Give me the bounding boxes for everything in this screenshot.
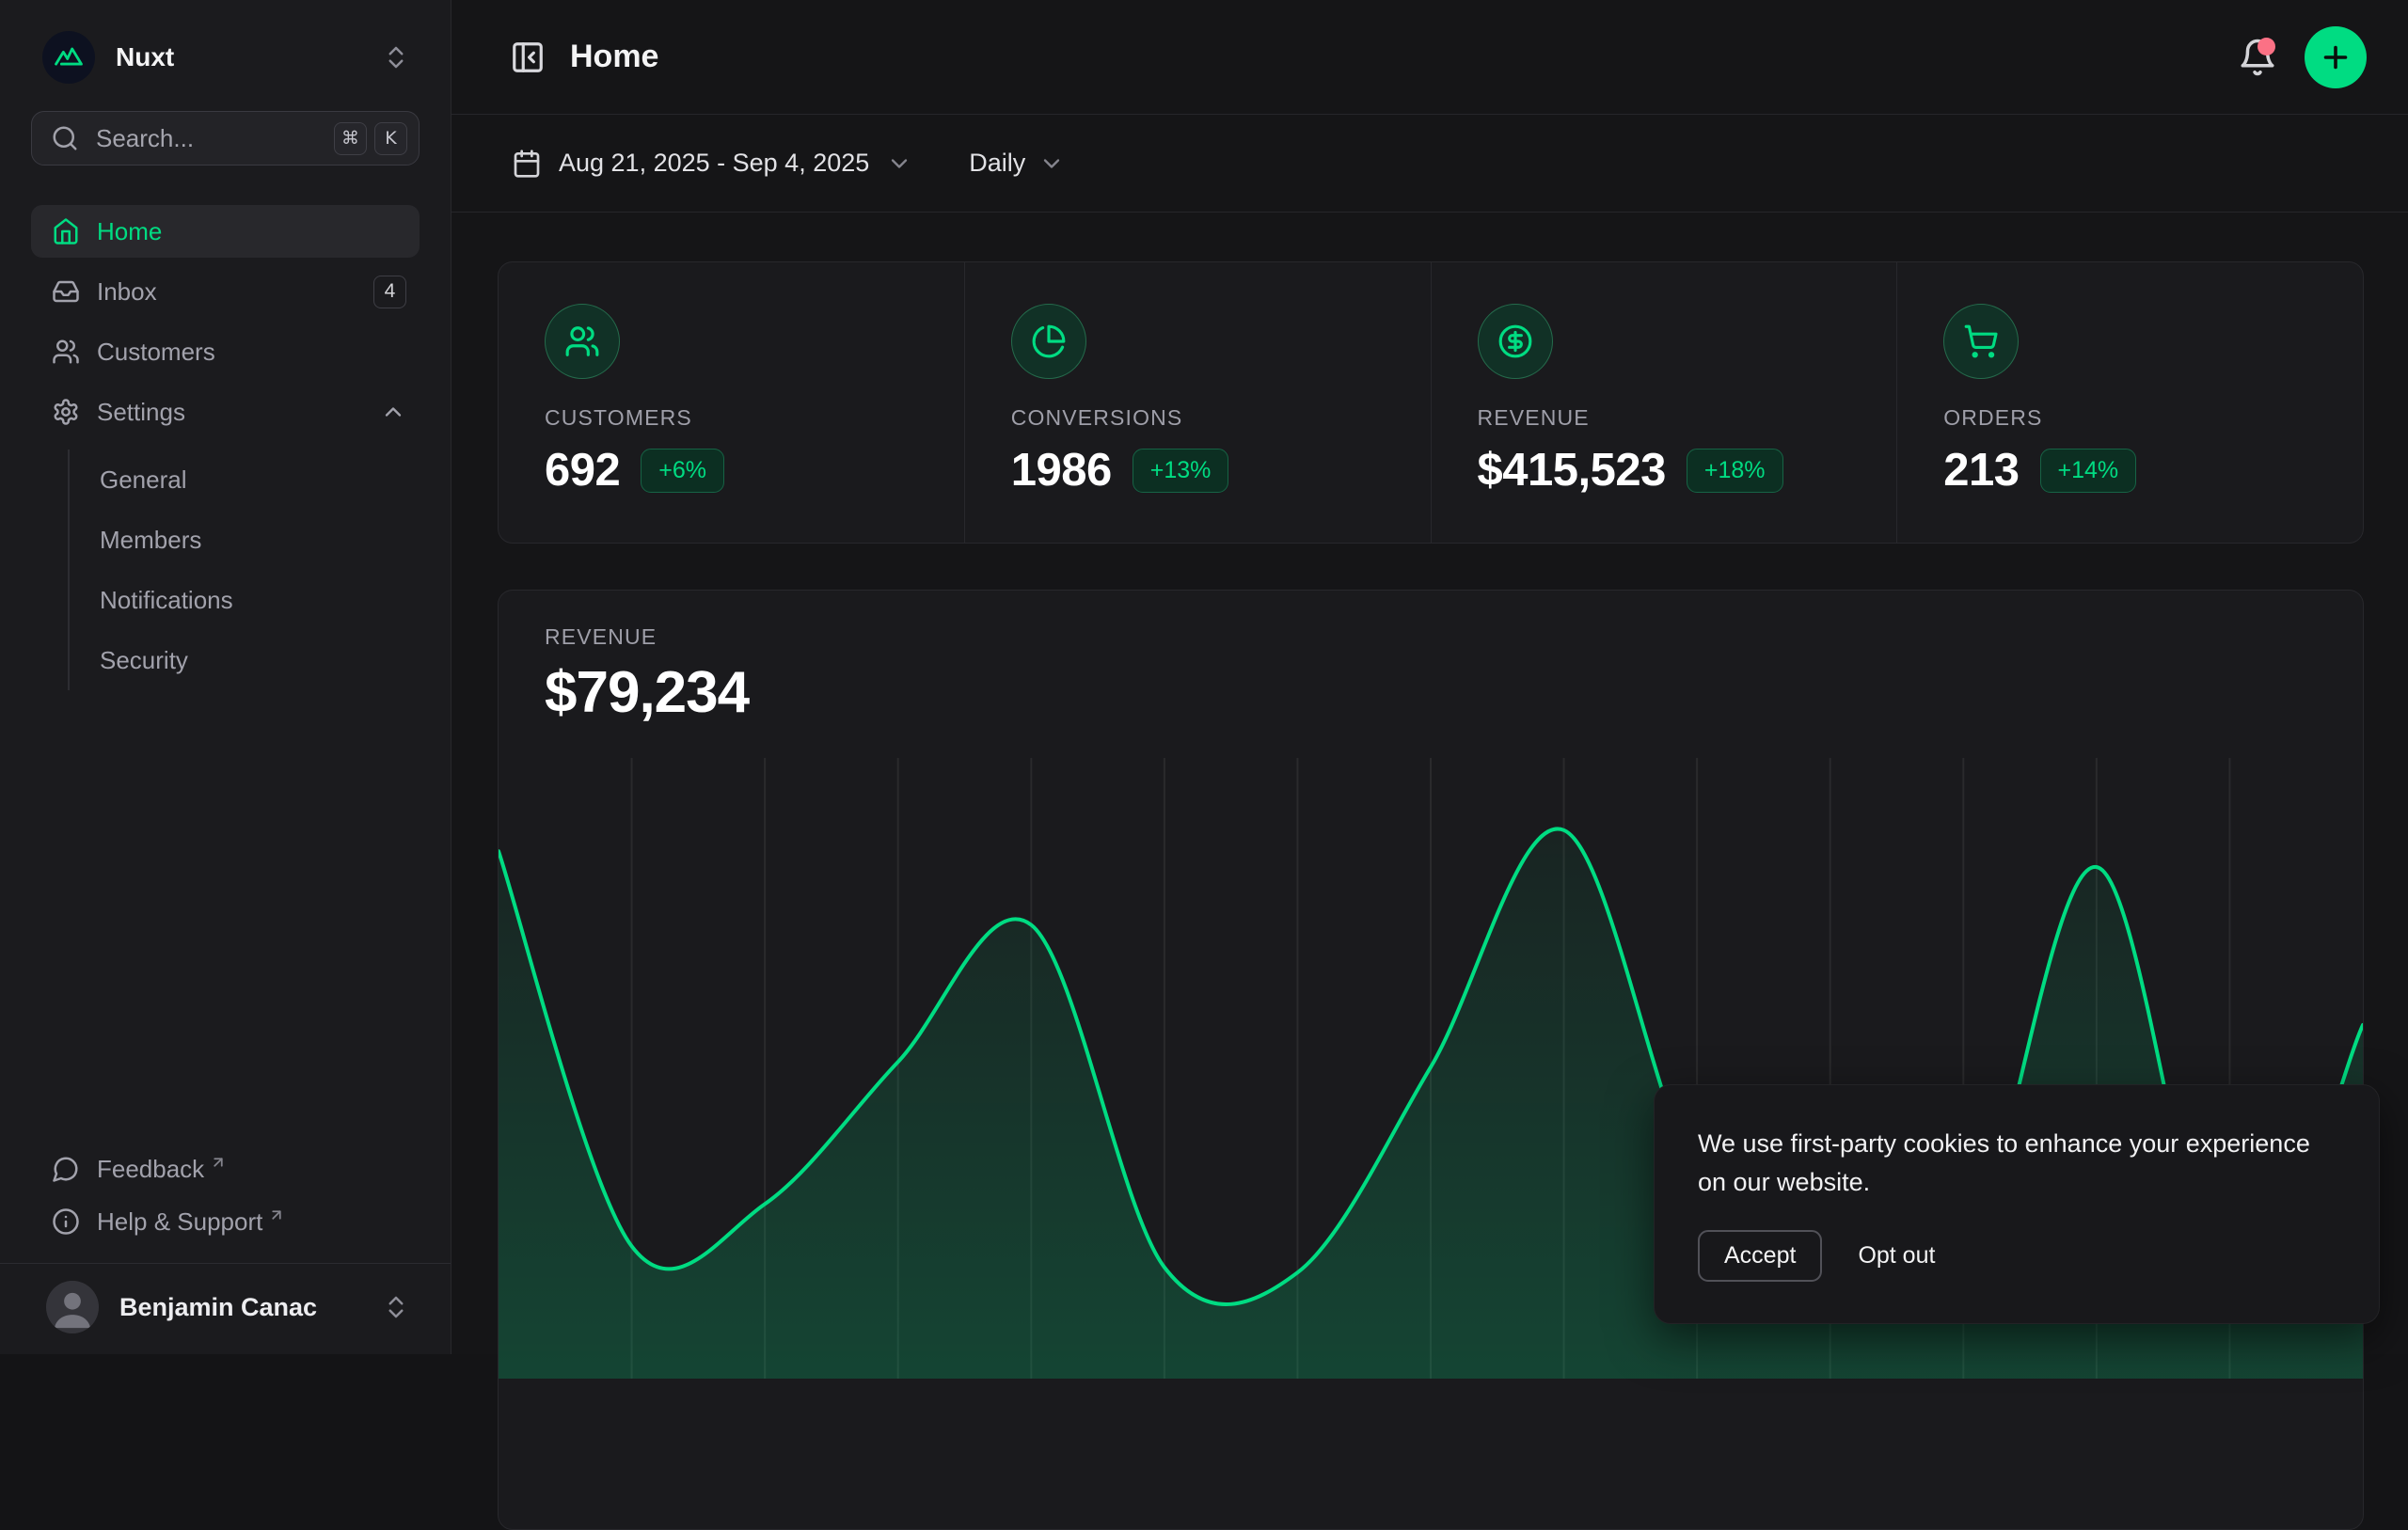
cart-icon — [1943, 304, 2019, 379]
accept-button[interactable]: Accept — [1698, 1230, 1822, 1282]
stat-delta-badge: +14% — [2040, 449, 2137, 493]
sidebar-item-settings[interactable]: Settings — [31, 386, 420, 438]
stat-value: 1986 — [1011, 444, 1112, 497]
avatar — [46, 1281, 99, 1333]
plus-icon — [2319, 40, 2353, 74]
chevrons-up-down-icon — [382, 1293, 410, 1321]
chevron-up-icon — [380, 399, 406, 425]
stat-delta-badge: +6% — [641, 449, 724, 493]
inbox-icon — [52, 277, 80, 306]
notification-dot — [2258, 38, 2275, 55]
revenue-chart-card: REVENUE $79,234 — [498, 590, 2364, 1530]
date-range-value: Aug 21, 2025 - Sep 4, 2025 — [559, 149, 869, 178]
chevrons-up-down-icon — [382, 43, 410, 71]
chevron-down-icon — [886, 150, 912, 177]
external-link-icon — [268, 1207, 285, 1223]
pie-chart-icon — [1011, 304, 1086, 379]
stats-card: CUSTOMERS 692 +6% CONVERSIONS 1986 +13% … — [498, 261, 2364, 544]
external-link-icon — [210, 1154, 227, 1171]
info-circle-icon — [52, 1207, 80, 1236]
opt-out-button[interactable]: Opt out — [1835, 1232, 1957, 1280]
sidebar-item-inbox[interactable]: Inbox 4 — [31, 265, 420, 318]
users-icon — [52, 338, 80, 366]
stat-value: 692 — [545, 444, 620, 497]
search-icon — [51, 124, 79, 152]
feedback-link[interactable]: Feedback — [31, 1143, 420, 1195]
page-header: Home — [452, 0, 2408, 115]
stat-label: CUSTOMERS — [545, 405, 964, 431]
home-icon — [52, 217, 80, 245]
feedback-label: Feedback — [97, 1155, 204, 1184]
sidebar-item-members[interactable]: Members — [100, 510, 420, 570]
main-area: Home Aug 21, 2025 - Sep 4, 2025 Daily — [452, 0, 2408, 1354]
sidebar-item-label: Home — [97, 217, 406, 246]
stat-label: CONVERSIONS — [1011, 405, 1431, 431]
stat-delta-badge: +13% — [1133, 449, 1229, 493]
sidebar-nav: Home Inbox 4 Customers Settings Ge — [31, 205, 420, 690]
sidebar-spacer — [31, 690, 420, 1143]
search-placeholder: Search... — [96, 124, 326, 153]
sidebar-item-customers[interactable]: Customers — [31, 325, 420, 378]
cookie-message: We use first-party cookies to enhance yo… — [1698, 1125, 2336, 1202]
revenue-value: $79,234 — [545, 659, 2363, 726]
inbox-count-badge: 4 — [373, 276, 406, 308]
sidebar-item-notifications[interactable]: Notifications — [100, 570, 420, 630]
gear-icon — [52, 398, 80, 426]
user-menu[interactable]: Benjamin Canac — [31, 1275, 420, 1339]
chat-bubble-icon — [52, 1155, 80, 1183]
sidebar-item-label: Customers — [97, 338, 406, 367]
calendar-icon — [512, 149, 542, 179]
sidebar-collapse-icon[interactable] — [510, 39, 546, 75]
stat-revenue[interactable]: REVENUE $415,523 +18% — [1431, 262, 1897, 543]
help-support-link[interactable]: Help & Support — [31, 1195, 420, 1248]
granularity-select[interactable]: Daily — [969, 149, 1065, 178]
dollar-circle-icon — [1478, 304, 1553, 379]
page-title: Home — [570, 39, 2231, 75]
search-input[interactable]: Search... ⌘ K — [31, 111, 420, 166]
user-name: Benjamin Canac — [119, 1293, 382, 1322]
stat-label: ORDERS — [1943, 405, 2363, 431]
brand-name: Nuxt — [116, 42, 382, 72]
chevron-down-icon — [1038, 150, 1065, 177]
sidebar-item-label: Inbox — [97, 277, 373, 307]
stat-orders[interactable]: ORDERS 213 +14% — [1896, 262, 2363, 543]
team-switcher[interactable]: Nuxt — [31, 26, 420, 88]
users-icon — [545, 304, 620, 379]
stat-delta-badge: +18% — [1687, 449, 1783, 493]
stat-value: 213 — [1943, 444, 2019, 497]
notifications-button[interactable] — [2231, 31, 2284, 84]
sidebar: Nuxt Search... ⌘ K Home Inbox 4 — [0, 0, 452, 1354]
kbd-k: K — [374, 122, 407, 155]
sidebar-item-home[interactable]: Home — [31, 205, 420, 258]
kbd-cmd: ⌘ — [334, 122, 367, 155]
sidebar-item-general[interactable]: General — [100, 450, 420, 510]
help-support-label: Help & Support — [97, 1207, 262, 1237]
divider — [0, 1263, 451, 1264]
add-button[interactable] — [2305, 26, 2367, 88]
sidebar-item-security[interactable]: Security — [100, 630, 420, 690]
filters-toolbar: Aug 21, 2025 - Sep 4, 2025 Daily — [452, 115, 2408, 213]
stat-customers[interactable]: CUSTOMERS 692 +6% — [499, 262, 964, 543]
stat-value: $415,523 — [1478, 444, 1666, 497]
granularity-value: Daily — [969, 149, 1025, 178]
stat-label: REVENUE — [1478, 405, 1897, 431]
sidebar-item-label: Settings — [97, 398, 380, 427]
revenue-label: REVENUE — [545, 624, 2363, 650]
stat-conversions[interactable]: CONVERSIONS 1986 +13% — [964, 262, 1431, 543]
nuxt-logo-icon — [42, 31, 95, 84]
cookie-banner: We use first-party cookies to enhance yo… — [1654, 1084, 2380, 1324]
settings-submenu: General Members Notifications Security — [68, 450, 420, 690]
date-range-picker[interactable]: Aug 21, 2025 - Sep 4, 2025 — [512, 149, 912, 179]
